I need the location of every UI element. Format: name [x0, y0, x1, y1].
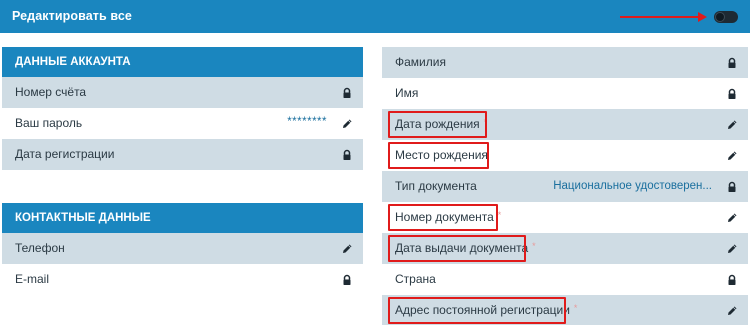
highlight-doc-number	[388, 204, 498, 231]
pencil-icon[interactable]	[726, 150, 738, 162]
row-label: Страна	[395, 272, 436, 286]
required-marker: *	[532, 241, 536, 251]
lock-icon	[728, 57, 736, 68]
lock-icon	[343, 149, 351, 160]
lock-icon	[343, 274, 351, 285]
row-label: Имя	[395, 86, 419, 100]
personal-row-doc-type: Тип документа Национальное удостоверен..…	[382, 171, 748, 202]
personal-section: Фамилия Имя Дата рождения * Место рождени…	[382, 47, 748, 325]
row-label: E-mail	[15, 272, 50, 286]
edit-all-toggle[interactable]	[714, 11, 738, 23]
row-label: Фамилия	[395, 55, 446, 69]
personal-row-name: Имя	[382, 78, 748, 109]
pencil-icon[interactable]	[341, 118, 353, 130]
row-label: Дата регистрации	[15, 147, 115, 161]
highlight-birth-date	[388, 111, 487, 138]
contacts-section: КОНТАКТНЫЕ ДАННЫЕ Телефон E-mail	[2, 203, 363, 295]
row-label: Телефон	[15, 241, 65, 255]
pencil-icon[interactable]	[726, 305, 738, 317]
contacts-section-header: КОНТАКТНЫЕ ДАННЫЕ	[2, 203, 363, 233]
red-arrow-annotation	[620, 12, 707, 22]
pencil-icon[interactable]	[341, 243, 353, 255]
highlight-doc-issue-date	[388, 235, 526, 262]
toggle-knob	[715, 12, 725, 22]
top-bar: Редактировать все	[0, 0, 750, 33]
lock-icon	[728, 274, 736, 285]
personal-row-surname: Фамилия	[382, 47, 748, 78]
personal-row-country: Страна	[382, 264, 748, 295]
contacts-row-email: E-mail	[2, 264, 363, 295]
account-section-header: ДАННЫЕ АККАУНТА	[2, 47, 363, 77]
pencil-icon[interactable]	[726, 119, 738, 131]
required-marker: *	[497, 210, 502, 220]
account-section: ДАННЫЕ АККАУНТА Номер счёта Ваш пароль *…	[2, 47, 363, 170]
account-row-number: Номер счёта	[2, 77, 363, 108]
account-row-password[interactable]: Ваш пароль ********	[2, 108, 363, 139]
doc-type-value: Национальное удостоверен...	[553, 180, 712, 192]
edit-all-label: Редактировать все	[12, 9, 132, 23]
highlight-birth-place	[388, 142, 489, 169]
row-label: Номер счёта	[15, 85, 87, 99]
row-label: Ваш пароль	[15, 116, 83, 130]
required-marker: *	[573, 303, 578, 313]
pencil-icon[interactable]	[726, 212, 738, 224]
highlight-address	[388, 297, 566, 324]
account-row-reg-date: Дата регистрации	[2, 139, 363, 170]
lock-icon	[728, 181, 736, 192]
lock-icon	[343, 87, 351, 98]
password-value: ********	[287, 116, 327, 128]
row-label: Тип документа	[395, 179, 477, 193]
lock-icon	[728, 88, 736, 99]
pencil-icon[interactable]	[726, 243, 738, 255]
contacts-row-phone[interactable]: Телефон	[2, 233, 363, 264]
